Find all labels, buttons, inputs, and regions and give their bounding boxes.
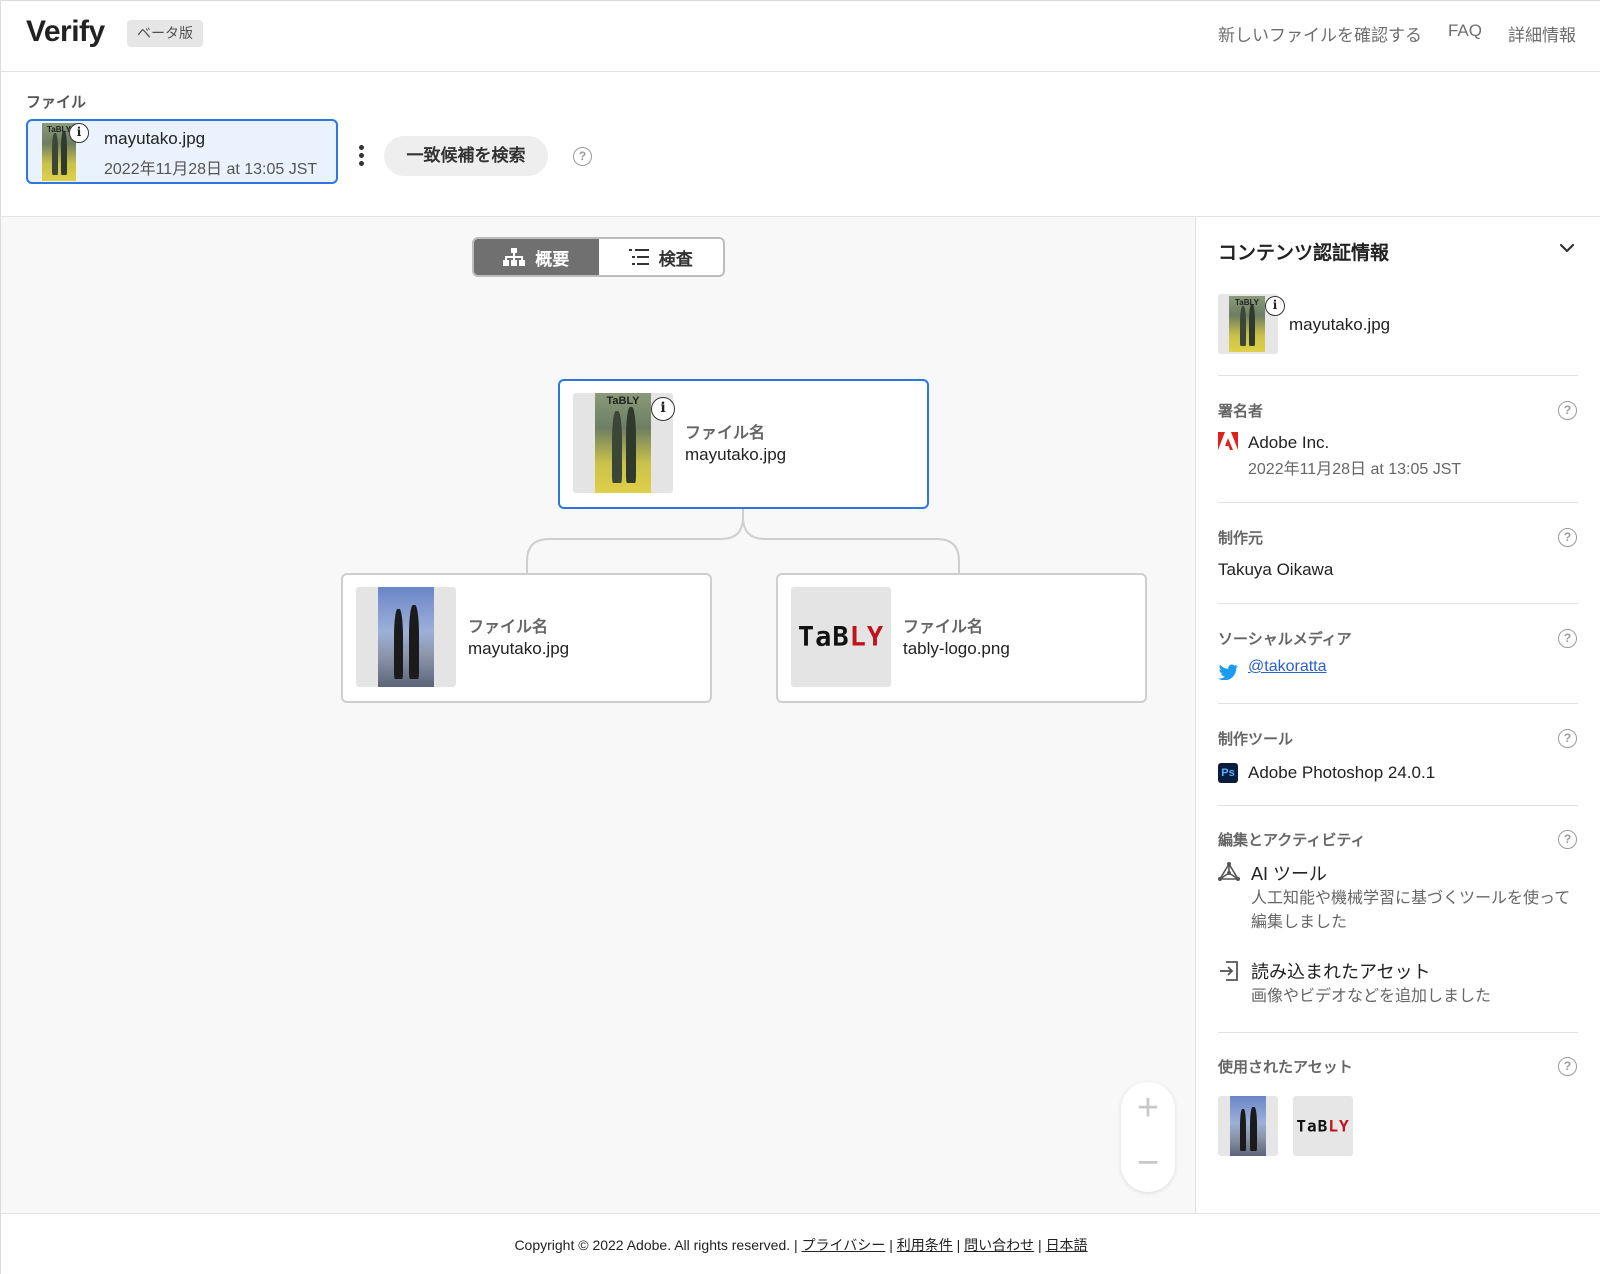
photo-node-label: ファイル名 [468, 619, 549, 636]
divider [1218, 603, 1578, 604]
logo-node-label: ファイル名 [903, 619, 984, 636]
twitter-icon [1218, 664, 1238, 680]
twitter-handle-link[interactable]: @takoratta [1248, 658, 1327, 676]
info-icon[interactable]: i [651, 397, 675, 421]
divider [1218, 375, 1578, 376]
signer-name: Adobe Inc. [1248, 433, 1330, 452]
adobe-logo-icon [1218, 432, 1238, 450]
beta-badge: ベータ版 [127, 20, 203, 47]
photo-node-name: mayutako.jpg [468, 639, 570, 658]
edit-ai-title: AI ツール [1251, 864, 1328, 884]
help-icon[interactable]: ? [573, 147, 592, 166]
divider [1218, 1032, 1578, 1033]
app-window: Verify ベータ版 新しいファイルを確認する FAQ 詳細情報 ファイル T… [0, 0, 1600, 1274]
logo-node-name: tably-logo.png [903, 639, 1010, 658]
find-matches-button[interactable]: 一致候補を検索 [384, 136, 548, 176]
file-date: 2022年11月28日 at 13:05 JST [104, 161, 318, 178]
tool-name: Adobe Photoshop 24.0.1 [1248, 763, 1436, 782]
brand-logo[interactable]: Verify [26, 15, 105, 49]
top-header: Verify ベータ版 新しいファイルを確認する FAQ 詳細情報 [1, 1, 1600, 72]
provenance-canvas[interactable]: 概要 検査 TaBLY i ファイル名 mayutako.jpg ファイル名 m… [1, 217, 1196, 1213]
divider [1218, 805, 1578, 806]
producer-label: 制作元 [1218, 530, 1264, 547]
info-icon[interactable]: i [69, 123, 89, 143]
zoom-in-button[interactable]: + [1121, 1082, 1175, 1137]
content-credentials-panel: コンテンツ認証情報 TaBLY i mayutako.jpg 署名者 ? Ado… [1197, 217, 1600, 1213]
tool-label: 制作ツール [1218, 731, 1294, 748]
selected-file-card[interactable]: TaBLY i mayutako.jpg 2022年11月28日 at 13:0… [26, 119, 338, 184]
divider [1218, 703, 1578, 704]
edit-import-desc: 画像やビデオなどを追加しました [1251, 988, 1492, 1005]
edit-ai-desc: 人工知能や機械学習に基づくツールを使って編集しました [1251, 890, 1571, 931]
contact-link[interactable]: 問い合わせ [964, 1237, 1034, 1253]
root-node-label: ファイル名 [685, 425, 766, 442]
ingredient-node-photo[interactable]: ファイル名 mayutako.jpg [341, 573, 712, 703]
root-node[interactable]: TaBLY i ファイル名 mayutako.jpg [558, 379, 929, 509]
help-icon[interactable]: ? [1558, 401, 1577, 420]
edits-label: 編集とアクティビティ [1218, 832, 1366, 849]
tree-connectors [526, 507, 960, 573]
signer-date: 2022年11月28日 at 13:05 JST [1248, 461, 1462, 478]
help-icon[interactable]: ? [1558, 729, 1577, 748]
copyright-text: Copyright © 2022 Adobe. All rights reser… [514, 1237, 791, 1253]
file-section-label: ファイル [26, 94, 87, 111]
logo-node-thumbnail: TaBLY [791, 587, 891, 687]
zoom-controls: + − [1121, 1082, 1175, 1192]
top-nav: 新しいファイルを確認する FAQ 詳細情報 [1218, 21, 1576, 46]
help-icon[interactable]: ? [1558, 629, 1577, 648]
ingredient-node-logo[interactable]: TaBLY ファイル名 tably-logo.png [776, 573, 1147, 703]
check-new-file-link[interactable]: 新しいファイルを確認する [1218, 21, 1422, 46]
language-link[interactable]: 日本語 [1046, 1237, 1088, 1253]
asset-thumbnail-logo[interactable]: TaBLY [1293, 1096, 1353, 1156]
photo-node-thumbnail [356, 587, 456, 687]
producer-name: Takuya Oikawa [1218, 560, 1334, 579]
divider [1218, 502, 1578, 503]
panel-file-name: mayutako.jpg [1289, 315, 1391, 334]
chevron-down-icon[interactable] [1558, 241, 1576, 255]
terms-link[interactable]: 利用条件 [897, 1237, 953, 1253]
zoom-out-button[interactable]: − [1121, 1137, 1175, 1192]
panel-file-thumbnail: TaBLY i [1218, 294, 1285, 354]
help-icon[interactable]: ? [1558, 1057, 1577, 1076]
assets-label: 使用されたアセット [1218, 1059, 1353, 1076]
learn-more-link[interactable]: 詳細情報 [1508, 21, 1576, 46]
more-options-icon[interactable] [355, 143, 367, 173]
edit-import-title: 読み込まれたアセット [1251, 962, 1431, 982]
footer: Copyright © 2022 Adobe. All rights reser… [1, 1213, 1600, 1274]
info-icon[interactable]: i [1265, 296, 1285, 316]
social-media-label: ソーシャルメディア [1218, 631, 1352, 648]
privacy-link[interactable]: プライバシー [802, 1237, 886, 1253]
file-bar: ファイル TaBLY i mayutako.jpg 2022年11月28日 at… [1, 72, 1600, 217]
help-icon[interactable]: ? [1558, 528, 1577, 547]
help-icon[interactable]: ? [1558, 830, 1577, 849]
file-name: mayutako.jpg [104, 129, 206, 148]
import-icon [1220, 961, 1238, 981]
asset-thumbnail-photo[interactable] [1218, 1096, 1278, 1156]
root-node-name: mayutako.jpg [685, 445, 787, 464]
photoshop-icon: Ps [1218, 763, 1238, 783]
signer-label: 署名者 [1218, 403, 1264, 420]
ai-tool-icon [1218, 862, 1240, 881]
panel-title: コンテンツ認証情報 [1218, 243, 1390, 264]
faq-link[interactable]: FAQ [1448, 21, 1482, 46]
